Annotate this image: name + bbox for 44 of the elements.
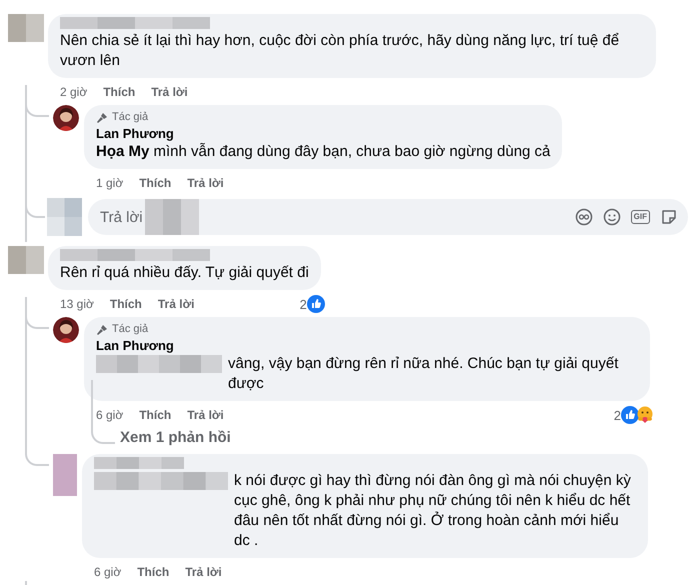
like-link[interactable]: Thích <box>110 297 142 311</box>
emoji-icon[interactable] <box>602 208 621 226</box>
author-label: Tác giả <box>112 322 148 337</box>
hug-emoji-icon <box>636 406 654 424</box>
like-icon <box>306 295 325 313</box>
avatar[interactable] <box>53 105 79 131</box>
comment-text: Rên rỉ quá nhiều đấy. Tự giải quyết đi <box>60 263 309 283</box>
timestamp[interactable]: 6 giờ <box>96 408 124 422</box>
timestamp[interactable]: 6 giờ <box>94 565 122 579</box>
microphone-icon <box>96 112 108 124</box>
comment-text: k nói được gì hay thì đừng nói đàn ông gì mà nói chuyện kỳ cục ghê, ông k phải như phụ nữ chúng tôi nên k hiểu dc hết đâu nên tốt nhất đừng nói gì. Ở trong hoàn cảnh mới hiểu dc . <box>234 471 632 551</box>
comment-text: vâng, vậy bạn đừng rên rỉ nữa nhé. Chúc bạn tự giải quyết được <box>228 354 620 394</box>
author-name[interactable]: Lan Phương <box>96 337 638 354</box>
redacted-avatar <box>53 454 77 496</box>
like-link[interactable]: Thích <box>137 565 170 579</box>
redacted-avatar <box>8 246 44 274</box>
like-link[interactable]: Thích <box>139 408 172 422</box>
comment-text: Họa My mình vẫn đang dùng đây bạn, chưa bao giờ ngừng dùng cả <box>96 142 550 162</box>
redacted-avatar <box>8 14 44 42</box>
reply-link[interactable]: Trả lời <box>185 565 222 579</box>
avatar-sticker-icon[interactable] <box>574 208 593 226</box>
timestamp[interactable]: 2 giờ <box>60 85 88 99</box>
reaction-count[interactable]: 2 <box>614 408 621 422</box>
avatar[interactable] <box>53 317 79 343</box>
like-icon <box>621 406 639 424</box>
author-label: Tác giả <box>112 110 148 125</box>
gif-button[interactable]: GIF <box>630 210 650 224</box>
like-link[interactable]: Thích <box>103 85 136 99</box>
like-link[interactable]: Thích <box>139 176 172 190</box>
reply-link[interactable]: Trả lời <box>151 85 188 99</box>
comment-text: Nên chia sẻ ít lại thì hay hơn, cuộc đời còn phía trước, hãy dùng năng lực, trí tuệ để vươn lên <box>60 31 620 71</box>
timestamp[interactable]: 13 giờ <box>60 297 94 311</box>
reply-link[interactable]: Trả lời <box>187 408 224 422</box>
reply-field[interactable]: Trả lời GIF <box>88 199 688 235</box>
author-name[interactable]: Lan Phương <box>96 125 550 142</box>
redacted-avatar <box>47 198 82 236</box>
sticker-icon[interactable] <box>660 208 678 226</box>
reply-link[interactable]: Trả lời <box>158 297 194 311</box>
reaction-count[interactable]: 2 <box>300 296 307 312</box>
timestamp[interactable]: 1 giờ <box>96 176 124 190</box>
redacted-name <box>144 199 199 235</box>
microphone-icon <box>96 324 108 336</box>
view-replies-link[interactable]: Xem 1 phản hồi <box>120 428 231 448</box>
reply-link[interactable]: Trả lời <box>187 176 224 190</box>
